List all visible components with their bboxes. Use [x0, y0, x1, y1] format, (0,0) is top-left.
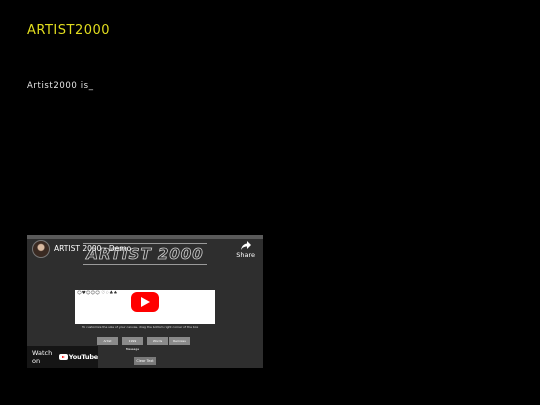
- channel-avatar-icon[interactable]: [32, 240, 50, 258]
- video-top-strip: [27, 235, 263, 239]
- video-option-message: 1999 Message: [122, 337, 143, 351]
- play-button[interactable]: [131, 292, 159, 312]
- share-arrow-icon: [240, 241, 251, 250]
- video-option-remixes: Remixes: [169, 337, 190, 345]
- site-title[interactable]: ARTIST2000: [27, 23, 110, 38]
- video-clear-text: Clear Text: [134, 357, 156, 365]
- intro-text: Artist2000 is_: [27, 81, 94, 91]
- youtube-embed[interactable]: ARTIST 2000 ARTIST 2000 - Demo Share ☺♥☺…: [27, 235, 263, 368]
- share-button[interactable]: Share: [236, 241, 255, 259]
- youtube-wordmark: YouTube: [68, 353, 98, 361]
- panel-glyphs: ☺♥☺☺☺ ♡♢♣♠: [77, 291, 118, 296]
- video-caption-text: To customize the size of your canvas, dr…: [82, 325, 199, 329]
- video-option-words: Words: [147, 337, 168, 345]
- video-title[interactable]: ARTIST 2000 - Demo: [54, 244, 131, 253]
- youtube-logo-icon: YouTube: [58, 353, 98, 361]
- play-icon: [141, 297, 150, 307]
- video-option-artist: Artist: [97, 337, 118, 345]
- share-label: Share: [236, 251, 255, 259]
- youtube-play-mark-icon: [58, 354, 68, 360]
- watch-on-label: Watch on: [32, 349, 53, 365]
- watch-on-youtube-button[interactable]: Watch on YouTube: [27, 346, 98, 368]
